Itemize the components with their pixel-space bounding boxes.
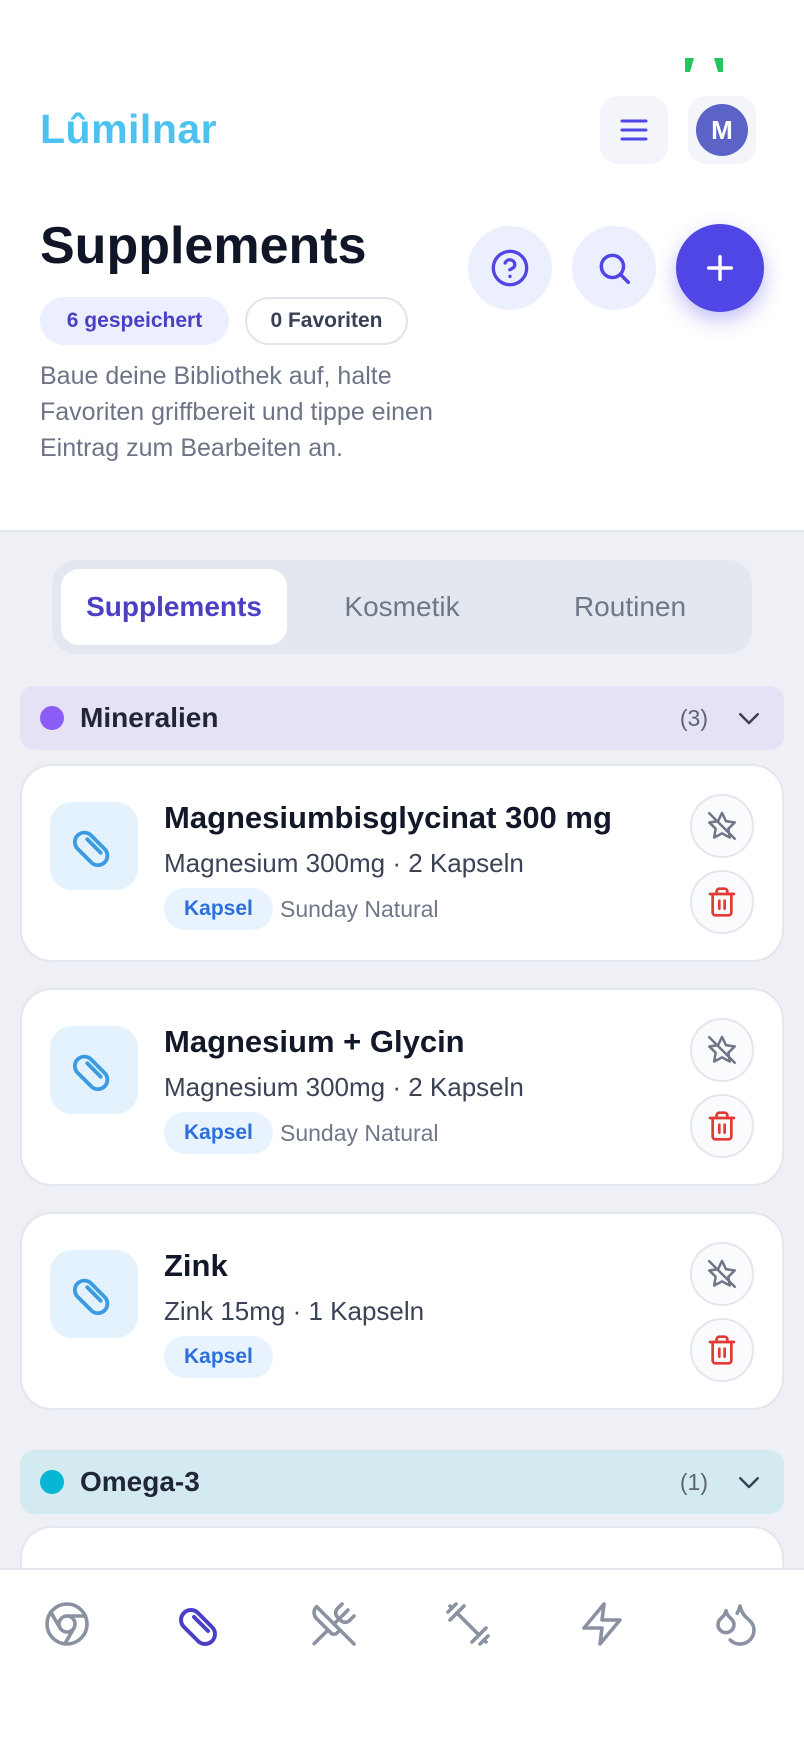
- chrome-icon: [45, 1602, 89, 1646]
- group-count: (1): [679, 1468, 708, 1495]
- pill-icon: [72, 1054, 110, 1092]
- supplement-type-icon: [50, 1250, 138, 1338]
- add-supplement-button[interactable]: [676, 224, 764, 312]
- nav-item-overview[interactable]: [35, 1592, 99, 1656]
- supplement-name: Zink: [164, 1248, 228, 1283]
- supplement-name: Magnesium + Glycin: [164, 1024, 465, 1059]
- hamburger-menu-icon: [620, 119, 648, 141]
- chevron-down-icon: [739, 1477, 759, 1489]
- avatar: M: [696, 104, 748, 156]
- pill-icon: [72, 1278, 110, 1316]
- group-header-mineralien[interactable]: Mineralien (3): [20, 686, 784, 750]
- pill-icon: [72, 830, 110, 868]
- group-name: Mineralien: [80, 702, 219, 733]
- form-badge: Kapsel: [164, 1112, 273, 1154]
- pill-icon: [179, 1608, 217, 1646]
- battery-indicator-icon: [685, 58, 723, 72]
- favorite-button[interactable]: [690, 1018, 754, 1082]
- help-circle-icon: [491, 249, 529, 287]
- supplement-card[interactable]: Zink Zink 15mg · 1 Kapseln Kapsel: [20, 1212, 784, 1410]
- page-description: Baue deine Bibliothek auf, halte Favorit…: [40, 362, 433, 462]
- star-off-icon: [707, 811, 737, 841]
- supplement-brand: Sunday Natural: [280, 896, 439, 922]
- category-tabs: Supplements Kosmetik Routinen: [52, 560, 752, 654]
- nav-item-energy[interactable]: [570, 1592, 634, 1656]
- utensils-crossed-icon: [312, 1602, 356, 1646]
- trash-icon: [708, 1335, 736, 1365]
- zap-icon: [582, 1602, 622, 1646]
- nav-item-nutrition[interactable]: [302, 1592, 366, 1656]
- group-count: (3): [679, 704, 708, 731]
- tab-kosmetik[interactable]: Kosmetik: [289, 569, 515, 645]
- help-button[interactable]: [468, 226, 552, 310]
- group-color-dot: [40, 706, 64, 730]
- group-header-omega-3[interactable]: Omega-3 (1): [20, 1450, 784, 1514]
- bottom-navigation: [0, 1568, 804, 1748]
- group-color-dot: [40, 1470, 64, 1494]
- supplement-brand: Sunday Natural: [280, 1120, 439, 1146]
- supplement-dose: Magnesium 300mg · 2 Kapseln: [164, 848, 524, 878]
- supplement-type-icon: [50, 802, 138, 890]
- delete-button[interactable]: [690, 1318, 754, 1382]
- supplement-dose: Magnesium 300mg · 2 Kapseln: [164, 1072, 524, 1102]
- dumbbell-icon: [446, 1602, 490, 1646]
- profile-button[interactable]: M: [688, 96, 756, 164]
- form-badge: Kapsel: [164, 1336, 273, 1378]
- supplement-card[interactable]: Magnesiumbisglycinat 300 mg Magnesium 30…: [20, 764, 784, 962]
- trash-icon: [708, 1111, 736, 1141]
- supplement-dose: Zink 15mg · 1 Kapseln: [164, 1296, 425, 1326]
- form-badge: Kapsel: [164, 888, 273, 930]
- nav-item-hydration[interactable]: [704, 1592, 768, 1656]
- droplets-icon: [716, 1604, 756, 1646]
- nav-item-supplements[interactable]: [169, 1592, 233, 1656]
- plus-icon: [706, 254, 734, 282]
- saved-count-badge: 6 gespeichert: [40, 297, 229, 345]
- delete-button[interactable]: [690, 1094, 754, 1158]
- favorite-button[interactable]: [690, 1242, 754, 1306]
- supplement-name: Magnesiumbisglycinat 300 mg: [164, 800, 612, 835]
- favorites-count-badge[interactable]: 0 Favoriten: [245, 297, 408, 345]
- favorite-button[interactable]: [690, 794, 754, 858]
- group-name: Omega-3: [80, 1466, 200, 1497]
- delete-button[interactable]: [690, 870, 754, 934]
- page-title: Supplements: [40, 217, 367, 275]
- header-area: Lûmilnar M Supplements 6 gespeichert 0 F…: [0, 0, 804, 532]
- chevron-down-icon: [739, 713, 759, 725]
- tab-supplements[interactable]: Supplements: [61, 569, 287, 645]
- search-icon: [599, 253, 630, 284]
- search-button[interactable]: [572, 226, 656, 310]
- trash-icon: [708, 887, 736, 917]
- nav-item-training[interactable]: [436, 1592, 500, 1656]
- menu-button[interactable]: [600, 96, 668, 164]
- star-off-icon: [707, 1035, 737, 1065]
- supplement-card[interactable]: Magnesium + Glycin Magnesium 300mg · 2 K…: [20, 988, 784, 1186]
- app-logo[interactable]: Lûmilnar: [40, 106, 217, 153]
- tab-routinen[interactable]: Routinen: [517, 569, 743, 645]
- star-off-icon: [707, 1259, 737, 1289]
- supplement-type-icon: [50, 1026, 138, 1114]
